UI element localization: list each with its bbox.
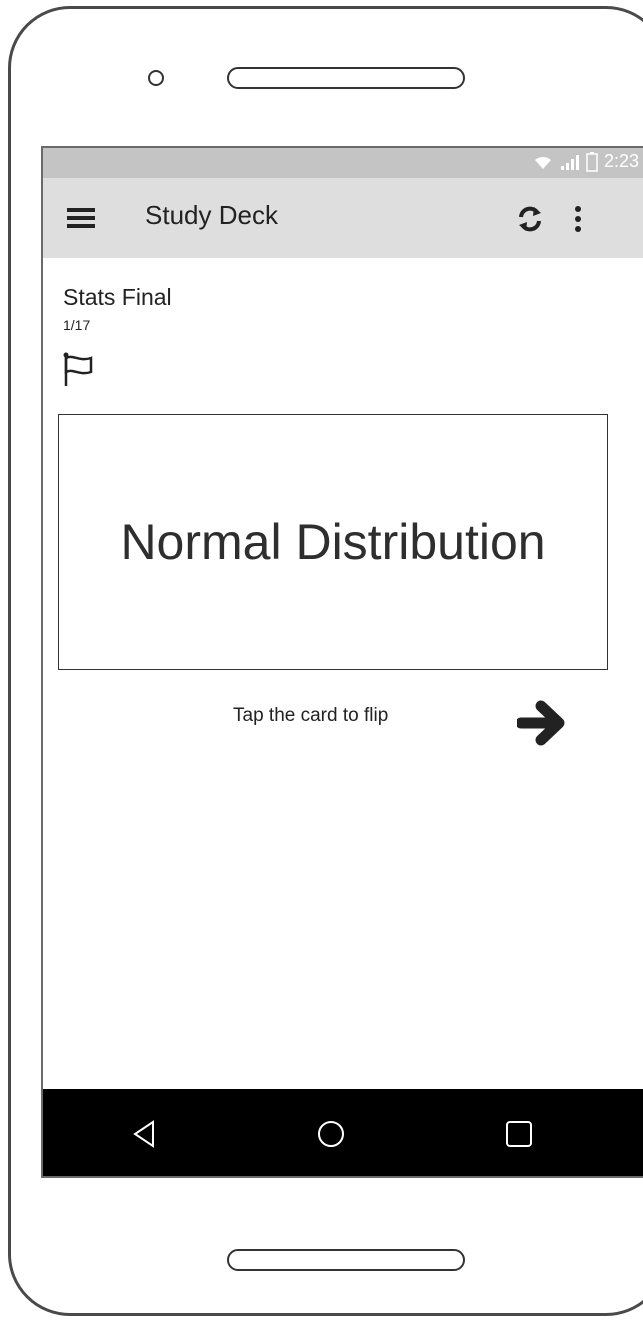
flip-hint: Tap the card to flip [233, 705, 389, 726]
hamburger-icon[interactable] [67, 208, 95, 228]
card-front-text: Normal Distribution [120, 514, 546, 570]
signal-icon [560, 154, 579, 170]
status-time: 2:23 [603, 151, 639, 171]
flag-icon[interactable] [63, 352, 95, 388]
bottom-speaker [227, 1249, 465, 1271]
deck-name: Stats Final [63, 284, 172, 310]
app-title: Study Deck [145, 200, 278, 230]
arrow-right-icon[interactable] [517, 700, 567, 746]
deck-progress: 1/17 [63, 317, 91, 333]
home-icon[interactable] [313, 1116, 349, 1152]
top-speaker [227, 67, 465, 89]
recents-icon[interactable] [501, 1116, 537, 1152]
status-icons: 2:23 [532, 151, 639, 172]
status-bar: 2:23 [43, 148, 643, 178]
flashcard[interactable]: Normal Distribution [58, 414, 608, 670]
sync-icon[interactable] [515, 204, 545, 234]
app-bar: Study Deck [43, 178, 643, 258]
wifi-icon [534, 156, 551, 169]
more-vertical-icon[interactable] [573, 204, 583, 234]
battery-icon [586, 151, 598, 172]
front-camera [148, 70, 164, 86]
back-icon[interactable] [127, 1116, 163, 1152]
system-nav-bar [43, 1089, 643, 1176]
screen: 2:23 Study Deck Stats Final 1/17 Normal … [41, 146, 643, 1178]
